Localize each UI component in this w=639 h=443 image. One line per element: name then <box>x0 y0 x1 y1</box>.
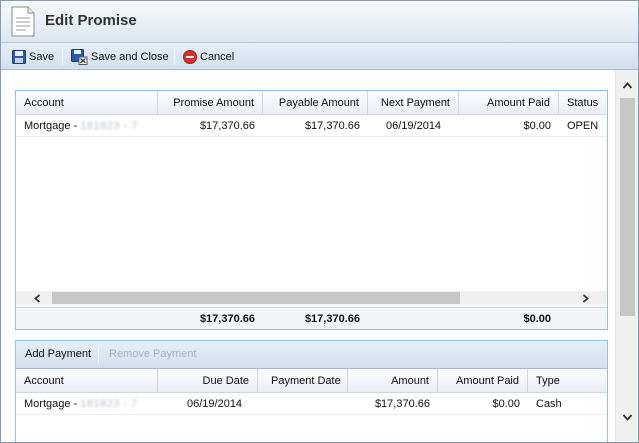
horizontal-scroll-thumb[interactable] <box>52 292 460 304</box>
toolbar-separator <box>98 347 99 364</box>
amount-paid-cell: $0.00 <box>523 120 551 132</box>
content-area: Account Promise Amount Payable Amount Ne… <box>1 70 615 442</box>
add-payment-button[interactable]: Add Payment <box>25 348 91 360</box>
account-cell: Mortgage - 181823 - 7 <box>16 393 158 415</box>
cancel-label: Cancel <box>200 50 235 63</box>
chevron-down-icon <box>622 413 633 421</box>
masked-account-number: 181823 - 7 <box>80 120 138 132</box>
status-cell: OPEN <box>567 120 599 132</box>
table-row[interactable]: Mortgage - 181823 - 7 06/19/2014 $17,370… <box>16 393 607 415</box>
save-close-icon <box>71 48 88 65</box>
masked-account-number: 181823 - 7 <box>80 398 138 410</box>
chevron-right-icon <box>582 293 589 303</box>
promise-grid: Account Promise Amount Payable Amount Ne… <box>15 90 608 330</box>
payments-grid: Add Payment Remove Payment Account Due D… <box>15 340 608 442</box>
column-header-promise-amount[interactable]: Promise Amount <box>158 91 263 115</box>
toolbar-separator <box>174 48 175 65</box>
scroll-left-button[interactable] <box>30 291 44 305</box>
total-payable-amount: $17,370.66 <box>304 313 360 325</box>
chevron-up-icon <box>622 81 633 89</box>
account-cell: Mortgage - 181823 - 7 <box>16 115 158 137</box>
payment-date-cell[interactable] <box>258 393 348 415</box>
type-cell: Cash <box>536 398 562 410</box>
vertical-scroll-thumb[interactable] <box>620 98 635 316</box>
title-bar: Edit Promise <box>1 1 638 43</box>
edit-promise-window: Edit Promise Save Save and Close Cancel … <box>0 0 639 443</box>
main-toolbar: Save Save and Close Cancel <box>1 43 638 70</box>
save-label: Save <box>29 50 55 63</box>
floppy-disk-icon <box>12 49 26 64</box>
promise-grid-totals-row: $17,370.66 $17,370.66 $0.00 <box>16 307 607 329</box>
chevron-left-icon <box>33 293 40 303</box>
save-and-close-label: Save and Close <box>91 50 169 63</box>
scroll-up-button[interactable] <box>620 78 635 92</box>
amount-paid-cell: $0.00 <box>492 398 520 410</box>
remove-payment-button[interactable]: Remove Payment <box>109 348 196 360</box>
column-header-amount-paid[interactable]: Amount Paid <box>438 369 528 393</box>
promise-grid-header: Account Promise Amount Payable Amount Ne… <box>16 91 607 115</box>
next-payment-cell: 06/19/2014 <box>386 120 442 132</box>
column-header-due-date[interactable]: Due Date <box>158 369 258 393</box>
column-header-payment-date[interactable]: Payment Date <box>258 369 348 393</box>
document-icon <box>11 6 35 37</box>
column-header-amount-paid[interactable]: Amount Paid <box>459 91 559 115</box>
toolbar-separator <box>62 48 63 65</box>
amount-cell: $17,370.66 <box>374 398 430 410</box>
payments-toolbar: Add Payment Remove Payment <box>16 341 607 369</box>
column-header-amount[interactable]: Amount <box>348 369 438 393</box>
promise-amount-cell: $17,370.66 <box>199 120 255 132</box>
account-type: Mortgage - <box>24 120 81 132</box>
scroll-right-button[interactable] <box>578 291 592 305</box>
payable-amount-cell: $17,370.66 <box>304 120 360 132</box>
save-and-close-button[interactable]: Save and Close <box>71 48 169 65</box>
cancel-button[interactable]: Cancel <box>183 48 234 65</box>
column-header-type[interactable]: Type <box>528 369 607 393</box>
scroll-down-button[interactable] <box>620 410 635 424</box>
table-row[interactable]: Mortgage - 181823 - 7 $17,370.66 $17,370… <box>16 115 607 137</box>
account-type: Mortgage - <box>24 398 81 410</box>
total-amount-paid: $0.00 <box>523 313 551 325</box>
promise-grid-horizontal-scrollbar[interactable] <box>16 291 607 305</box>
cancel-icon <box>183 49 197 64</box>
total-promise-amount: $17,370.66 <box>199 313 255 325</box>
due-date-cell: 06/19/2014 <box>187 398 243 410</box>
vertical-scrollbar[interactable] <box>615 70 638 442</box>
column-header-account[interactable]: Account <box>16 369 158 393</box>
window-title: Edit Promise <box>45 12 137 29</box>
save-button[interactable]: Save <box>12 48 54 65</box>
column-header-next-payment[interactable]: Next Payment <box>368 91 459 115</box>
column-header-status[interactable]: Status <box>559 91 607 115</box>
column-header-account[interactable]: Account <box>16 91 158 115</box>
column-header-payable-amount[interactable]: Payable Amount <box>263 91 368 115</box>
payments-grid-header: Account Due Date Payment Date Amount Amo… <box>16 369 607 393</box>
